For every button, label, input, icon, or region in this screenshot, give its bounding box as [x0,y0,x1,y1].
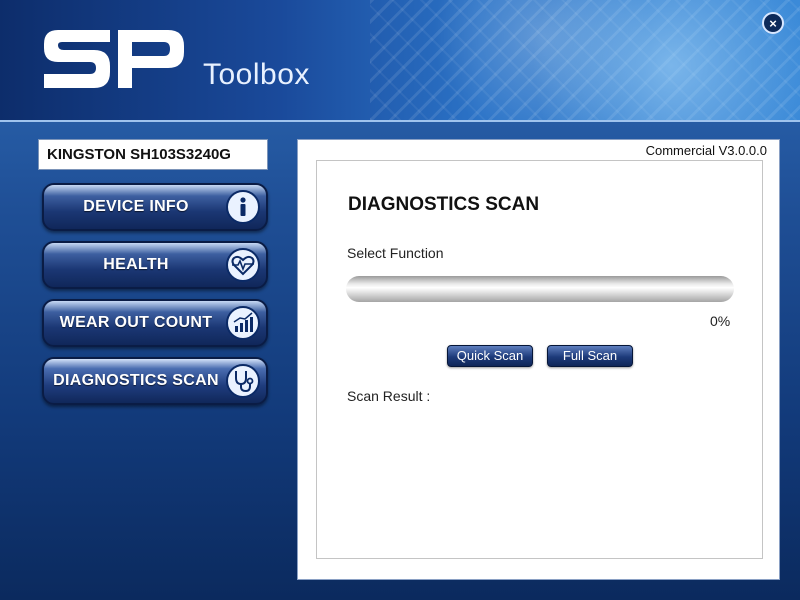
app-window: Toolbox × KINGSTON SH103S3240G DEVICE IN… [0,0,800,600]
nav-health-label: HEALTH [103,256,169,273]
nav-diagnostics-scan-label: DIAGNOSTICS SCAN [53,372,219,389]
stethoscope-icon [226,364,260,398]
diagnostics-scan-panel: DIAGNOSTICS SCAN Select Function 0% Quic… [316,160,763,559]
info-icon [226,190,260,224]
version-label: Commercial V3.0.0.0 [645,143,767,158]
scan-result-label: Scan Result : [347,388,431,404]
main-panel: Commercial V3.0.0.0 DIAGNOSTICS SCAN Sel… [297,139,780,580]
app-title: Toolbox [203,58,310,91]
close-button[interactable]: × [762,12,784,34]
nav-device-info-label: DEVICE INFO [83,198,189,215]
chart-icon [226,306,260,340]
nav-diagnostics-scan-button[interactable]: DIAGNOSTICS SCAN [42,357,268,405]
device-name-field: KINGSTON SH103S3240G [38,139,268,170]
page-title: DIAGNOSTICS SCAN [348,194,540,215]
scan-progress-percent: 0% [710,313,731,329]
close-icon: × [769,16,777,31]
sp-logo-graphic [44,30,184,88]
nav-health-button[interactable]: HEALTH [42,241,268,289]
scan-progress-bar [346,276,734,302]
full-scan-button[interactable]: Full Scan [547,345,633,367]
heart-pulse-icon [226,248,260,282]
sp-logo [40,26,188,92]
nav-wear-out-count-button[interactable]: WEAR OUT COUNT [42,299,268,347]
quick-scan-button[interactable]: Quick Scan [447,345,533,367]
nav-device-info-button[interactable]: DEVICE INFO [42,183,268,231]
select-function-label: Select Function [347,245,444,261]
header-banner: Toolbox × [0,0,800,122]
header-circuit-art [370,0,800,120]
nav-wear-out-count-label: WEAR OUT COUNT [59,314,213,331]
